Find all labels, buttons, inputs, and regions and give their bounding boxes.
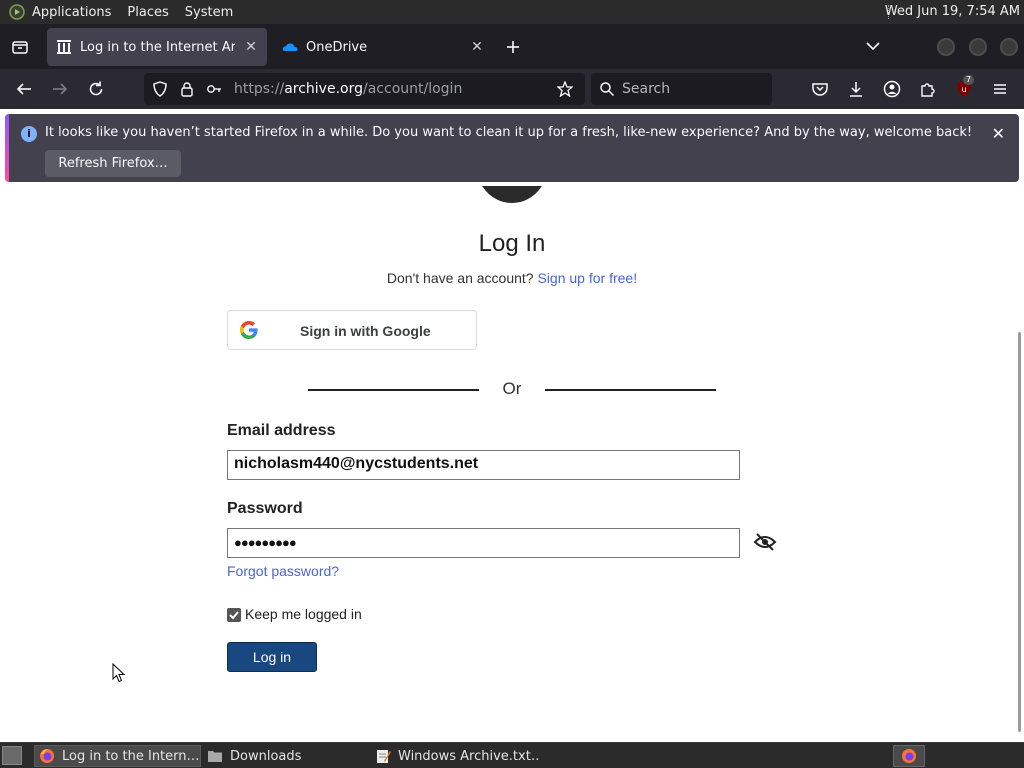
tab-title: OneDrive <box>306 39 368 55</box>
onedrive-icon <box>282 39 298 55</box>
notification-message: It looks like you haven’t started Firefo… <box>45 125 973 140</box>
or-separator: Or <box>502 379 522 398</box>
scrollbar-thumb[interactable] <box>1018 332 1021 732</box>
sign-in-with-google-button[interactable]: Sign in with Google <box>227 310 477 350</box>
extension-badge: 7 <box>963 75 975 85</box>
extensions-puzzle-icon[interactable] <box>917 78 939 100</box>
keep-logged-in-label[interactable]: Keep me logged in <box>245 606 362 622</box>
tab-onedrive[interactable]: OneDrive ✕ <box>273 28 493 66</box>
gnome-foot-icon[interactable] <box>8 3 26 21</box>
forward-arrow-icon[interactable] <box>49 78 71 100</box>
tab-strip: Log in to the Internet Archive ✕ OneDriv… <box>0 24 1024 69</box>
tab-close-icon[interactable]: ✕ <box>469 39 485 55</box>
url-scheme: https:// <box>234 81 285 97</box>
show-desktop-icon[interactable] <box>2 746 22 765</box>
search-icon <box>599 81 615 97</box>
lock-icon[interactable] <box>179 81 195 97</box>
minimize-window-icon[interactable] <box>937 38 955 56</box>
email-field[interactable]: nicholasm440@nycstudents.net <box>227 450 740 480</box>
key-icon[interactable] <box>206 81 222 97</box>
taskbar-item-label: Log in to the Intern… <box>62 748 200 764</box>
show-password-eye-icon[interactable] <box>753 532 777 552</box>
page-scrollbar[interactable] <box>1016 186 1024 742</box>
folder-icon <box>207 748 223 764</box>
tray-firefox-icon[interactable] <box>893 745 925 767</box>
google-logo-icon <box>239 320 258 340</box>
url-text[interactable]: https://archive.org/account/login <box>234 81 462 97</box>
divider-left <box>308 389 479 391</box>
taskbar-item-downloads[interactable]: Downloads <box>203 745 363 767</box>
bottom-taskbar: Log in to the Intern… Downloads Windows … <box>0 742 1024 768</box>
signup-link[interactable]: Sign up for free! <box>537 270 637 286</box>
firefox-view-icon[interactable] <box>10 37 30 57</box>
menu-system[interactable]: System <box>185 5 233 20</box>
search-placeholder: Search <box>622 81 671 97</box>
hamburger-menu-icon[interactable] <box>989 78 1011 100</box>
password-label: Password <box>227 500 303 517</box>
taskbar-item-firefox[interactable]: Log in to the Intern… <box>34 745 201 767</box>
pocket-icon[interactable] <box>809 78 831 100</box>
url-path: /account/login <box>363 81 463 97</box>
login-button[interactable]: Log in <box>227 642 317 672</box>
tab-archive-login[interactable]: Log in to the Internet Archive ✕ <box>47 28 267 66</box>
avatar <box>476 186 548 203</box>
top-panel: Applications Places System Wed Jun 19, 7… <box>0 0 1024 24</box>
page-content: Log In Don't have an account? Sign up fo… <box>0 186 1024 742</box>
taskbar-item-text-editor[interactable]: Windows Archive.txt… <box>371 745 541 767</box>
tab-title: Log in to the Internet Archive <box>80 39 235 55</box>
search-bar[interactable]: Search <box>591 73 772 105</box>
no-account-text: Don't have an account? <box>386 270 534 286</box>
taskbar-item-label: Downloads <box>230 748 302 764</box>
forgot-password-link[interactable]: Forgot password? <box>227 563 339 579</box>
signup-prompt: Don't have an account? Sign up for free! <box>0 270 1024 286</box>
downloads-icon[interactable] <box>845 78 867 100</box>
tracking-shield-icon[interactable] <box>152 81 168 97</box>
maximize-window-icon[interactable] <box>969 38 987 56</box>
taskbar-item-label: Windows Archive.txt… <box>398 748 541 764</box>
text-editor-icon <box>375 748 391 764</box>
list-tabs-chevron-icon[interactable] <box>864 37 882 55</box>
back-arrow-icon[interactable] <box>13 78 35 100</box>
info-icon: i <box>21 126 37 142</box>
bookmark-star-icon[interactable] <box>556 80 574 98</box>
close-notification-icon[interactable]: ✕ <box>992 124 1005 143</box>
clock[interactable]: Wed Jun 19, 7:54 AM <box>885 4 1020 19</box>
tab-close-icon[interactable]: ✕ <box>243 39 259 55</box>
page-title: Log In <box>478 230 546 257</box>
archive-icon <box>56 39 72 55</box>
divider-right <box>545 389 716 391</box>
svg-text:u: u <box>961 85 966 94</box>
reload-icon[interactable] <box>85 78 107 100</box>
firefox-icon <box>39 748 55 764</box>
refresh-firefox-notification: i It looks like you haven’t started Fire… <box>5 114 1019 182</box>
menu-places[interactable]: Places <box>127 5 168 20</box>
new-tab-plus-icon[interactable] <box>503 37 523 57</box>
refresh-firefox-button[interactable]: Refresh Firefox… <box>45 150 181 177</box>
url-host: archive.org <box>284 81 363 97</box>
account-icon[interactable] <box>881 78 903 100</box>
close-window-icon[interactable] <box>1000 38 1018 56</box>
email-label: Email address <box>227 422 336 439</box>
menu-applications[interactable]: Applications <box>32 5 111 20</box>
password-field[interactable]: ●●●●●●●●● <box>227 528 740 558</box>
google-button-label: Sign in with Google <box>300 323 431 339</box>
keep-logged-in-checkbox[interactable] <box>227 608 241 622</box>
url-bar[interactable]: https://archive.org/account/login <box>144 73 585 105</box>
mouse-pointer-icon <box>112 662 126 683</box>
navigation-toolbar: https://archive.org/account/login Search… <box>0 69 1024 109</box>
